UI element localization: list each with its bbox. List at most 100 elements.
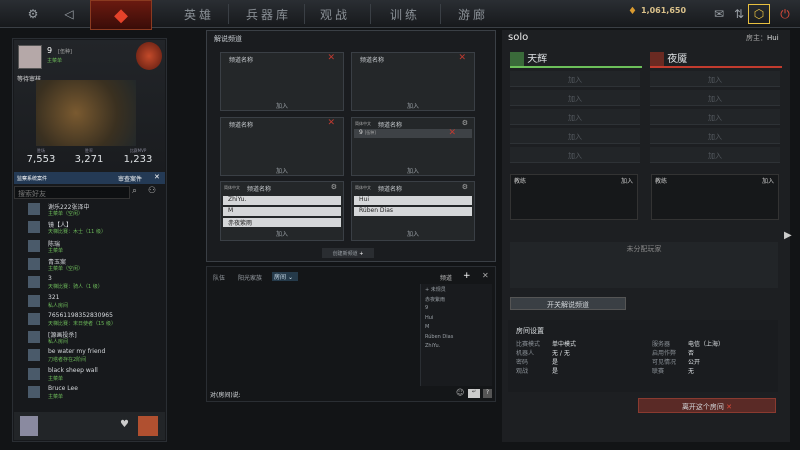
settings-icon[interactable]: ⚙: [462, 183, 468, 191]
friend-search-input[interactable]: 搜索好友: [14, 186, 130, 199]
chat-tab-team[interactable]: 队伍: [213, 273, 225, 282]
add-channel-icon[interactable]: +: [463, 271, 471, 281]
friend-row[interactable]: 3 天梯比赛：骑人（1 级）: [16, 275, 156, 291]
nav-tab-watch[interactable]: 观战: [320, 6, 350, 23]
friend-avatar: [28, 276, 40, 289]
mail-icon[interactable]: ✉: [708, 4, 730, 24]
slot-name: 频道名称: [247, 186, 272, 193]
join-button[interactable]: 加入: [352, 229, 474, 238]
nav-tab-armory[interactable]: 兵器库: [246, 6, 291, 23]
chat-tab-guild[interactable]: 阳光家族: [238, 273, 262, 282]
radiant-slot[interactable]: 加入: [510, 109, 640, 125]
dire-coach-slot[interactable]: 教练 加入: [651, 174, 779, 220]
chat-tab-room[interactable]: 房间 ⌄: [272, 272, 298, 281]
chat-member[interactable]: 9: [425, 305, 428, 311]
party-avatar[interactable]: [20, 416, 38, 436]
dire-slot[interactable]: 加入: [650, 128, 780, 144]
join-button[interactable]: 加入: [221, 166, 343, 175]
friend-row[interactable]: 青玉案 主菜单（空闲）: [16, 257, 156, 273]
friend-row[interactable]: 镜【人】 天梯比赛：木士（11 级）: [16, 220, 156, 236]
nav-divider: [440, 4, 441, 24]
nav-divider: [228, 4, 229, 24]
dire-slot[interactable]: 加入: [650, 90, 780, 106]
friend-row[interactable]: 谢乐222张泽中 主菜单（空闲）: [16, 202, 156, 218]
back-arrow-icon[interactable]: ◁: [58, 4, 80, 24]
caster-slot-3[interactable]: 频道名称 ✕ 加入: [220, 117, 344, 176]
search-icon[interactable]: ⌕: [132, 186, 146, 199]
nav-tab-heroes[interactable]: 英雄: [184, 6, 214, 23]
dire-slot[interactable]: 加入: [650, 147, 780, 163]
friend-row[interactable]: be water my friend 刀塔者存在2阶间: [16, 348, 156, 364]
caster-slot-5[interactable]: 简体中文 频道名称 ⚙ ZhiYu. M 赤夜紫雨 加入: [220, 181, 344, 241]
case-review-button[interactable]: 审查案件: [118, 174, 142, 183]
slot-member-row: M: [223, 207, 341, 216]
help-icon[interactable]: ?: [483, 389, 492, 398]
settings-icon[interactable]: ⚙: [462, 119, 468, 127]
friend-row[interactable]: black sheep wall 主菜单: [16, 367, 156, 383]
remove-member-icon[interactable]: ✕: [448, 128, 456, 138]
dire-label: 夜魇: [667, 54, 688, 65]
remove-slot-icon[interactable]: ✕: [327, 118, 335, 128]
radiant-slot[interactable]: 加入: [510, 90, 640, 106]
caster-slot-1[interactable]: 频道名称 ✕ 加入: [220, 52, 344, 111]
chat-member[interactable]: 赤夜紫雨: [425, 296, 445, 303]
chat-member[interactable]: M: [425, 324, 429, 330]
friend-row[interactable]: 76561198352830965 天梯比赛：末日使者（15 级）: [16, 312, 156, 328]
setting-key: 比赛模式: [516, 341, 541, 348]
radiant-coach-slot[interactable]: 教练 加入: [510, 174, 638, 220]
setting-key: 观战: [516, 368, 529, 375]
settings-icon[interactable]: ⚙: [331, 183, 337, 191]
caster-slot-6[interactable]: 简体中文 频道名称 ⚙ Hui Rúben Dias 加入: [351, 181, 475, 241]
remove-slot-icon[interactable]: ✕: [458, 53, 466, 63]
slot-language: 简体中文: [224, 185, 240, 190]
emoji-icon[interactable]: ☺: [456, 388, 464, 397]
chat-input[interactable]: [243, 388, 453, 398]
friend-avatar: [28, 367, 40, 380]
radiant-slot[interactable]: 加入: [510, 128, 640, 144]
caster-slot-2[interactable]: 频道名称 ✕ 加入: [351, 52, 475, 111]
coach-join-button[interactable]: 加入: [621, 176, 633, 185]
join-button[interactable]: 加入: [352, 166, 474, 175]
chat-member[interactable]: Hui: [425, 315, 433, 321]
send-icon[interactable]: ↵: [468, 389, 480, 398]
host-label-text: 房主：: [746, 34, 767, 42]
chat-member[interactable]: + 未规员: [425, 286, 446, 293]
gear-icon[interactable]: ⚙: [22, 4, 44, 24]
party-invite-icon[interactable]: ♥: [120, 419, 134, 433]
friend-row[interactable]: Bruce Lee 主菜单: [16, 385, 156, 401]
friend-row[interactable]: 陈瑞 主菜单: [16, 239, 156, 255]
friend-row[interactable]: [源画投杀] 私人房间: [16, 330, 156, 346]
case-review-bar[interactable]: 监察系统案件 审查案件 ✕: [14, 172, 165, 184]
power-icon[interactable]: ⏻: [774, 4, 796, 24]
nav-tab-learn[interactable]: 训练: [390, 6, 420, 23]
radiant-slot[interactable]: 加入: [510, 147, 640, 163]
profile-tag: [伍种]: [58, 49, 72, 55]
close-chat-icon[interactable]: ✕: [482, 271, 489, 280]
remove-slot-icon[interactable]: ✕: [327, 53, 335, 63]
nav-tab-arcade[interactable]: 游廊: [458, 6, 488, 23]
hero-profile-icon[interactable]: [138, 416, 158, 436]
join-button[interactable]: 加入: [221, 101, 343, 110]
expand-arrow-icon[interactable]: ▶: [784, 230, 792, 241]
dota-logo-button[interactable]: ◆: [90, 0, 152, 30]
leave-lobby-button[interactable]: 离开这个房间 ✕: [638, 398, 776, 413]
radiant-slot[interactable]: 加入: [510, 71, 640, 87]
add-friend-icon[interactable]: ⚇: [148, 186, 162, 199]
caster-slot-4[interactable]: 简体中文 频道名称 ⚙ 9 [伍种] ✕ 加入: [351, 117, 475, 176]
chat-member[interactable]: Rúben Dias: [425, 334, 453, 340]
toggle-caster-channel-button[interactable]: 开关解说频道: [510, 297, 626, 310]
friend-row[interactable]: 321 私人房间: [16, 294, 156, 310]
radiant-header: 天辉: [510, 50, 642, 68]
chat-member[interactable]: ZhiYu.: [425, 343, 440, 349]
notification-icon[interactable]: ⬡: [748, 4, 770, 24]
dire-slot[interactable]: 加入: [650, 71, 780, 87]
join-button[interactable]: 加入: [221, 229, 343, 238]
close-icon[interactable]: ✕: [154, 173, 160, 181]
create-channel-button[interactable]: 创建新频道 +: [322, 248, 374, 258]
avatar[interactable]: [18, 45, 42, 69]
dire-slot[interactable]: 加入: [650, 109, 780, 125]
coach-join-button[interactable]: 加入: [762, 176, 774, 185]
store-icon[interactable]: ⇅: [728, 4, 750, 24]
friend-status: 主菜单（空闲）: [48, 265, 84, 272]
join-button[interactable]: 加入: [352, 101, 474, 110]
